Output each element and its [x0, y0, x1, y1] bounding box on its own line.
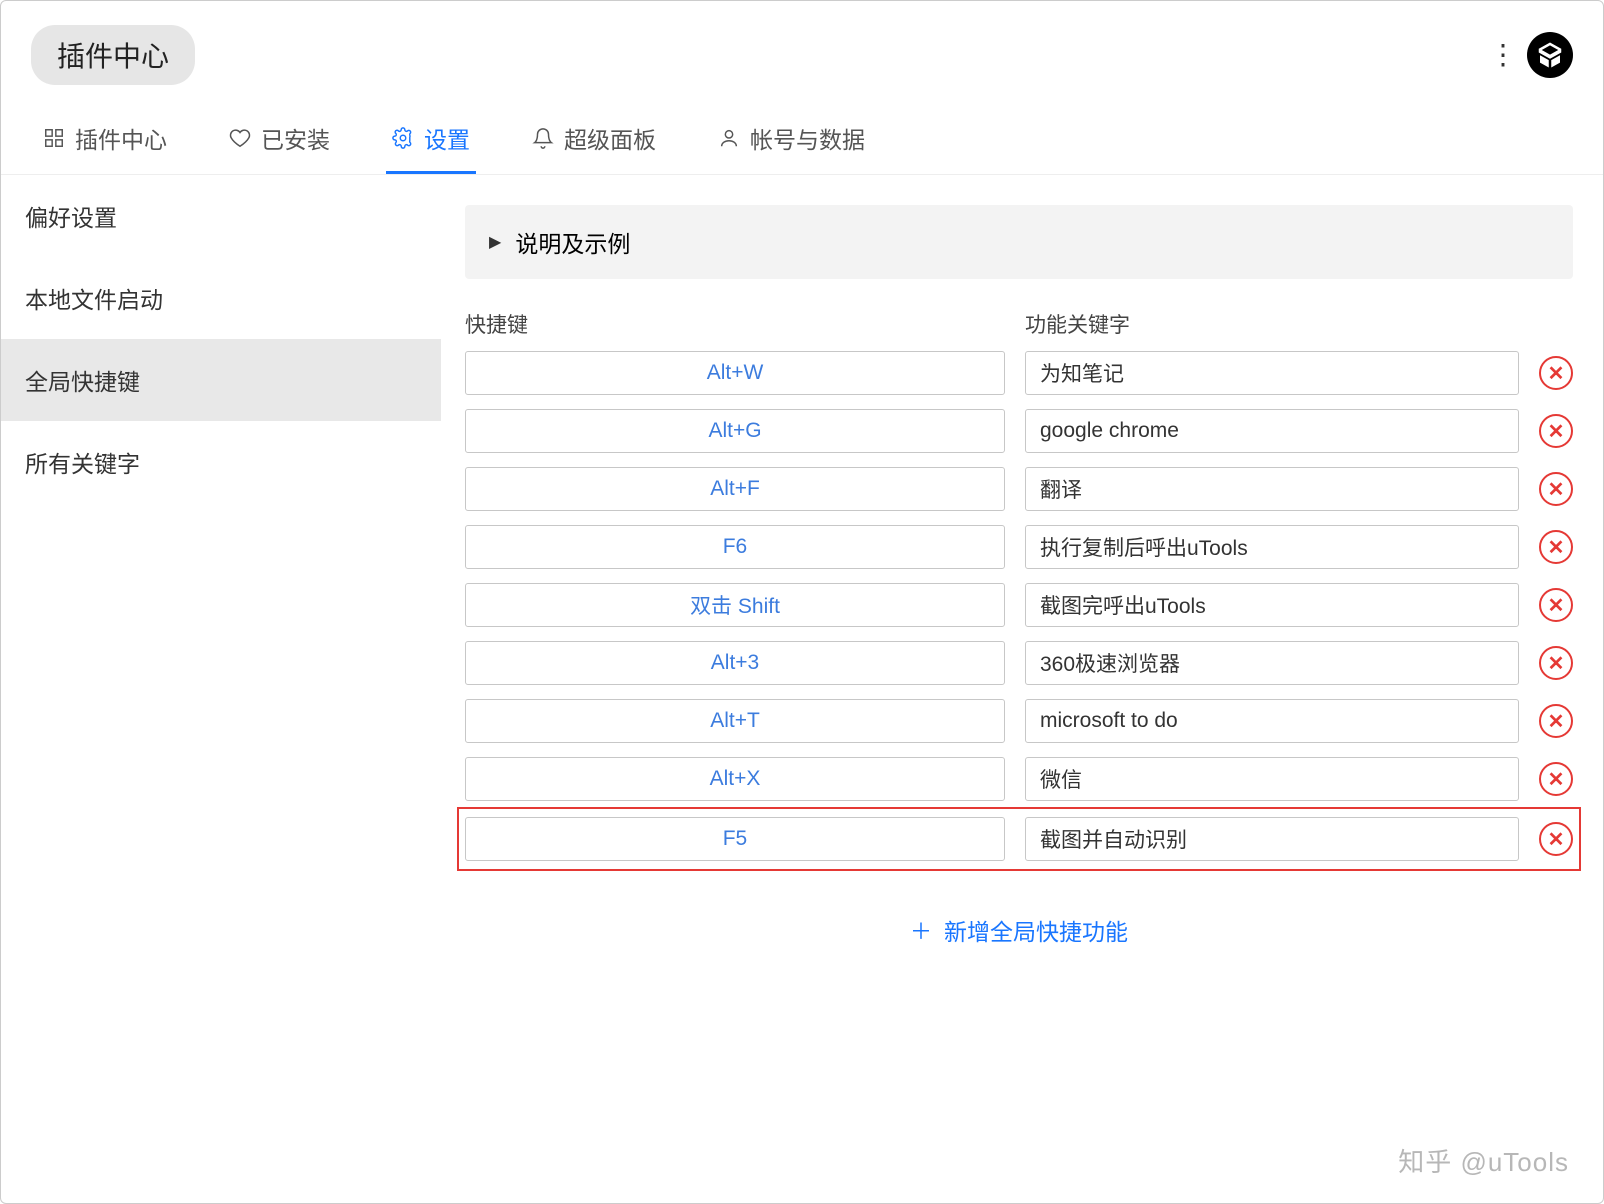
shortcut-row: Alt+3 360极速浏览器 ✕	[465, 641, 1573, 685]
shortcut-keyword-input[interactable]: 360极速浏览器	[1025, 641, 1519, 685]
col-keyword: 功能关键字	[1025, 309, 1573, 339]
bell-icon	[532, 127, 554, 149]
sidebar-item-1[interactable]: 本地文件启动	[1, 257, 441, 339]
shortcut-key-input[interactable]: Alt+X	[465, 757, 1005, 801]
shortcut-keyword-input[interactable]: 为知笔记	[1025, 351, 1519, 395]
tab-label: 超级面板	[564, 121, 656, 155]
tab-label: 帐号与数据	[750, 121, 865, 155]
plus-icon: ＋	[910, 914, 932, 946]
delete-button[interactable]: ✕	[1539, 704, 1573, 738]
shortcut-row: Alt+F 翻译 ✕	[465, 467, 1573, 511]
tab-label: 设置	[424, 121, 470, 155]
column-headers: 快捷键 功能关键字	[465, 309, 1573, 339]
shortcut-keyword-input[interactable]: google chrome	[1025, 409, 1519, 453]
tab-apps[interactable]: 插件中心	[37, 113, 173, 174]
heart-icon	[229, 127, 251, 149]
shortcut-key-input[interactable]: Alt+W	[465, 351, 1005, 395]
sidebar-item-0[interactable]: 偏好设置	[1, 175, 441, 257]
app-logo	[1527, 32, 1573, 78]
shortcut-keyword-input[interactable]: 翻译	[1025, 467, 1519, 511]
delete-button[interactable]: ✕	[1539, 762, 1573, 796]
shortcut-row: Alt+G google chrome ✕	[465, 409, 1573, 453]
titlebar: 插件中心 ⋮	[1, 1, 1603, 93]
shortcut-keyword-input[interactable]: 微信	[1025, 757, 1519, 801]
shortcut-key-input[interactable]: Alt+F	[465, 467, 1005, 511]
explain-label: 说明及示例	[515, 225, 630, 259]
shortcut-keyword-input[interactable]: 截图并自动识别	[1025, 817, 1519, 861]
sidebar-item-2[interactable]: 全局快捷键	[1, 339, 441, 421]
tab-label: 插件中心	[75, 121, 167, 155]
apps-icon	[43, 127, 65, 149]
explain-collapse[interactable]: ▶ 说明及示例	[465, 205, 1573, 279]
shortcut-row: Alt+T microsoft to do ✕	[465, 699, 1573, 743]
window: 插件中心 ⋮ 插件中心已安装设置超级面板帐号与数据 偏好设置本地文件启动全局快捷…	[0, 0, 1604, 1204]
shortcut-row: Alt+X 微信 ✕	[465, 757, 1573, 801]
more-icon[interactable]: ⋮	[1489, 41, 1517, 69]
delete-button[interactable]: ✕	[1539, 822, 1573, 856]
add-label: 新增全局快捷功能	[944, 913, 1128, 947]
delete-button[interactable]: ✕	[1539, 646, 1573, 680]
header-right: ⋮	[1489, 32, 1573, 78]
tab-label: 已安装	[261, 121, 330, 155]
delete-button[interactable]: ✕	[1539, 356, 1573, 390]
user-icon	[718, 127, 740, 149]
shortcut-key-input[interactable]: Alt+3	[465, 641, 1005, 685]
shortcut-keyword-input[interactable]: 执行复制后呼出uTools	[1025, 525, 1519, 569]
delete-button[interactable]: ✕	[1539, 414, 1573, 448]
sidebar-item-3[interactable]: 所有关键字	[1, 421, 441, 503]
shortcut-key-input[interactable]: F6	[465, 525, 1005, 569]
shortcut-row: F6 执行复制后呼出uTools ✕	[465, 525, 1573, 569]
delete-button[interactable]: ✕	[1539, 472, 1573, 506]
triangle-right-icon: ▶	[489, 232, 501, 252]
shortcut-keyword-input[interactable]: microsoft to do	[1025, 699, 1519, 743]
shortcut-key-input[interactable]: Alt+T	[465, 699, 1005, 743]
delete-button[interactable]: ✕	[1539, 530, 1573, 564]
body: 偏好设置本地文件启动全局快捷键所有关键字 ▶ 说明及示例 快捷键 功能关键字 A…	[1, 175, 1603, 1197]
gear-icon	[392, 127, 414, 149]
shortcut-key-input[interactable]: Alt+G	[465, 409, 1005, 453]
shortcut-row: F5 截图并自动识别 ✕	[465, 815, 1573, 863]
tab-heart[interactable]: 已安装	[223, 113, 336, 174]
tab-gear[interactable]: 设置	[386, 113, 476, 174]
shortcut-row: Alt+W 为知笔记 ✕	[465, 351, 1573, 395]
shortcut-keyword-input[interactable]: 截图完呼出uTools	[1025, 583, 1519, 627]
watermark: 知乎 @uTools	[1398, 1142, 1569, 1179]
window-title-pill: 插件中心	[31, 25, 195, 85]
col-shortcut: 快捷键	[465, 309, 1005, 339]
shortcut-key-input[interactable]: F5	[465, 817, 1005, 861]
add-shortcut-button[interactable]: ＋ 新增全局快捷功能	[465, 913, 1573, 947]
shortcut-key-input[interactable]: 双击 Shift	[465, 583, 1005, 627]
tab-user[interactable]: 帐号与数据	[712, 113, 871, 174]
tab-bell[interactable]: 超级面板	[526, 113, 662, 174]
sidebar: 偏好设置本地文件启动全局快捷键所有关键字	[1, 175, 441, 1197]
shortcut-rows: Alt+W 为知笔记 ✕ Alt+G google chrome ✕ Alt+F 翻译 ✕ F6 执…	[465, 351, 1573, 863]
tabs: 插件中心 已安装 设置 超级面板 帐号与数据	[1, 93, 1603, 175]
main: ▶ 说明及示例 快捷键 功能关键字 Alt+W 为知笔记 ✕ Alt+G google …	[441, 175, 1603, 1197]
shortcut-row: 双击 Shift 截图完呼出uTools ✕	[465, 583, 1573, 627]
delete-button[interactable]: ✕	[1539, 588, 1573, 622]
